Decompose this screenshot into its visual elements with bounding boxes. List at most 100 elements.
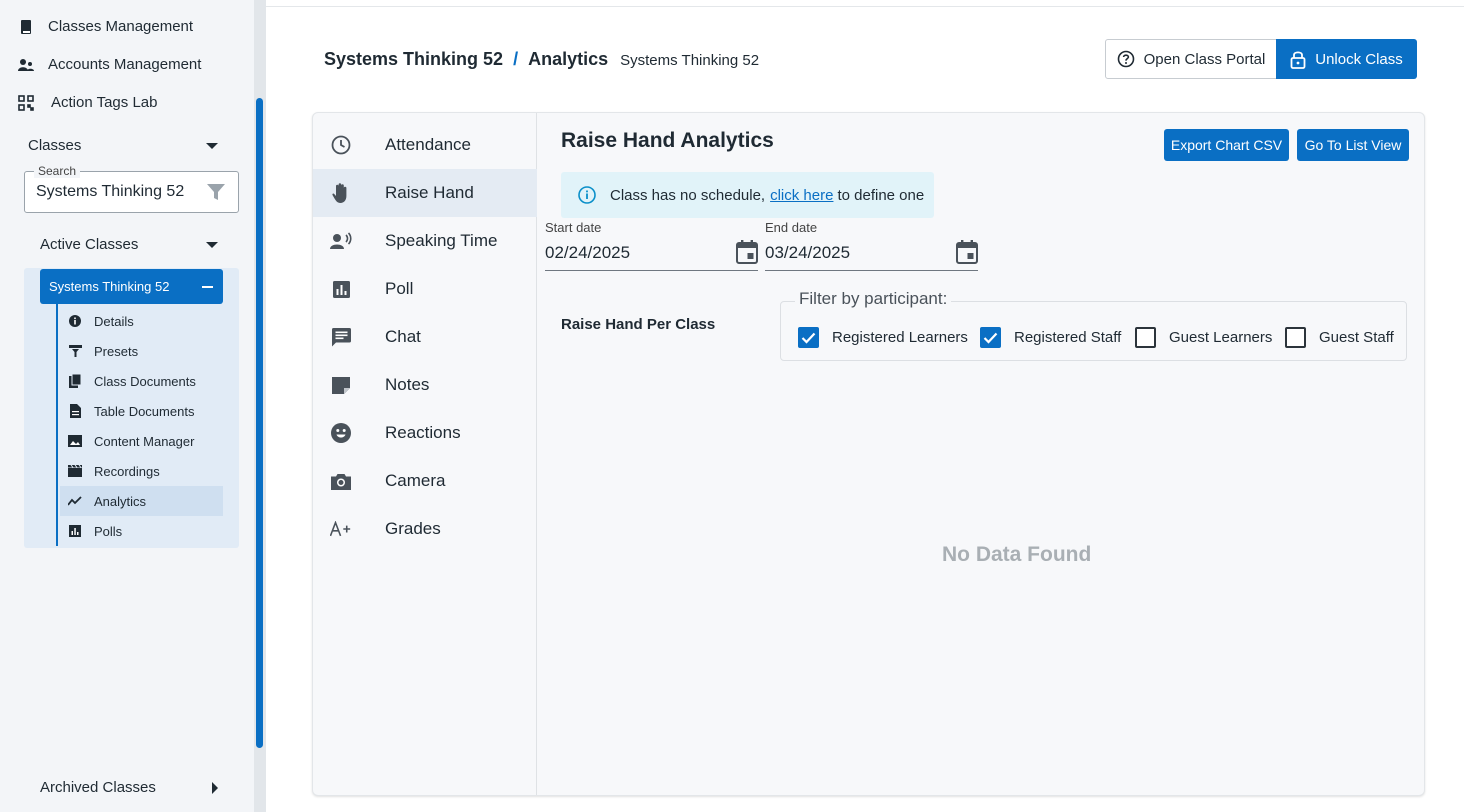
breadcrumb-section: Analytics bbox=[528, 49, 609, 69]
filter-option-label: Registered Learners bbox=[832, 329, 968, 346]
submenu-item-presets[interactable]: Presets bbox=[60, 336, 223, 366]
filter-registered-staff[interactable]: Registered Staff bbox=[980, 327, 1121, 348]
filter-icon[interactable] bbox=[206, 183, 226, 206]
checkbox-checked-icon[interactable] bbox=[980, 327, 1001, 348]
submenu-label: Content Manager bbox=[94, 433, 195, 449]
tab-poll[interactable]: Poll bbox=[313, 265, 537, 313]
tab-label: Chat bbox=[385, 327, 421, 346]
info-icon bbox=[68, 314, 82, 328]
submenu-label: Details bbox=[94, 313, 134, 329]
filter-guest-staff[interactable]: Guest Staff bbox=[1285, 327, 1394, 348]
no-data-message: No Data Found bbox=[942, 543, 1092, 566]
define-schedule-link[interactable]: click here bbox=[770, 187, 833, 204]
end-date-field[interactable]: End date 03/24/2025 bbox=[765, 220, 978, 271]
raise-hand-per-class-label: Raise Hand Per Class bbox=[561, 316, 716, 333]
tab-label: Raise Hand bbox=[385, 183, 474, 202]
submenu-label: Polls bbox=[94, 523, 123, 539]
submenu-item-content-manager[interactable]: Content Manager bbox=[60, 426, 223, 456]
nav-accounts-management[interactable]: Accounts Management bbox=[16, 56, 201, 73]
start-date-field[interactable]: Start date 02/24/2025 bbox=[545, 220, 758, 271]
tab-notes[interactable]: Notes bbox=[313, 361, 537, 409]
submenu-label: Class Documents bbox=[94, 373, 196, 389]
note-icon bbox=[330, 374, 352, 396]
checkbox-unchecked-icon[interactable] bbox=[1285, 327, 1306, 348]
tab-speaking-time[interactable]: Speaking Time bbox=[313, 217, 537, 265]
smiley-icon bbox=[330, 422, 352, 444]
open-class-portal-button[interactable]: Open Class Portal bbox=[1105, 39, 1277, 79]
alert-text-prefix: Class has no schedule, bbox=[610, 186, 766, 204]
documents-icon bbox=[68, 374, 82, 388]
alert-text-suffix: to define one bbox=[837, 186, 925, 204]
nav-classes-management[interactable]: Classes Management bbox=[16, 18, 193, 35]
speaking-icon bbox=[330, 230, 352, 252]
submenu-item-polls[interactable]: Polls bbox=[60, 516, 223, 546]
calendar-icon[interactable] bbox=[736, 240, 758, 269]
breadcrumb-separator: / bbox=[513, 49, 519, 69]
tab-label: Grades bbox=[385, 519, 441, 538]
checkbox-unchecked-icon[interactable] bbox=[1135, 327, 1156, 348]
no-schedule-alert: Class has no schedule, click here to def… bbox=[561, 172, 934, 218]
active-classes-dropdown[interactable]: Active Classes bbox=[40, 236, 218, 253]
archived-classes-dropdown[interactable]: Archived Classes bbox=[40, 779, 218, 796]
lock-icon bbox=[1290, 50, 1306, 69]
collapse-icon[interactable] bbox=[202, 285, 213, 288]
tab-label: Speaking Time bbox=[385, 231, 498, 250]
submenu-item-analytics[interactable]: Analytics bbox=[60, 486, 223, 516]
presets-icon bbox=[68, 344, 82, 358]
go-to-list-view-button[interactable]: Go To List View bbox=[1297, 129, 1409, 161]
clapper-icon bbox=[68, 464, 82, 478]
search-label: Search bbox=[34, 164, 81, 178]
hand-icon bbox=[330, 182, 352, 204]
breadcrumb: Systems Thinking 52 / Analytics Systems … bbox=[324, 49, 759, 70]
submenu-label: Table Documents bbox=[94, 403, 195, 419]
tab-attendance[interactable]: Attendance bbox=[313, 121, 537, 169]
tab-raise-hand[interactable]: Raise Hand bbox=[313, 169, 537, 217]
nav-label: Classes Management bbox=[48, 18, 194, 35]
end-date-input[interactable]: 03/24/2025 bbox=[765, 243, 850, 263]
active-classes-label: Active Classes bbox=[40, 236, 139, 253]
submenu-item-table-documents[interactable]: Table Documents bbox=[60, 396, 223, 426]
classes-label: Classes bbox=[28, 137, 82, 154]
submenu-item-class-documents[interactable]: Class Documents bbox=[60, 366, 223, 396]
filter-option-label: Registered Staff bbox=[1014, 329, 1122, 346]
submenu-item-recordings[interactable]: Recordings bbox=[60, 456, 223, 486]
clock-icon bbox=[330, 134, 352, 156]
filter-option-label: Guest Learners bbox=[1169, 329, 1273, 346]
filter-option-label: Guest Staff bbox=[1319, 329, 1394, 346]
start-date-input[interactable]: 02/24/2025 bbox=[545, 243, 630, 263]
image-icon bbox=[68, 434, 82, 448]
poll-icon bbox=[68, 524, 82, 538]
filter-registered-learners[interactable]: Registered Learners bbox=[798, 327, 968, 348]
start-date-label: Start date bbox=[545, 220, 602, 235]
tab-reactions[interactable]: Reactions bbox=[313, 409, 537, 457]
chevron-down-icon bbox=[206, 142, 218, 149]
help-circle-icon bbox=[1117, 50, 1135, 68]
tab-chat[interactable]: Chat bbox=[313, 313, 537, 361]
end-date-label: End date bbox=[765, 220, 818, 235]
selected-class-item[interactable]: Systems Thinking 52 bbox=[40, 269, 223, 304]
grade-icon bbox=[330, 518, 352, 540]
tab-label: Camera bbox=[385, 471, 446, 490]
analytics-tabs: Attendance Raise Hand Speaking Time Poll… bbox=[313, 113, 537, 795]
breadcrumb-class[interactable]: Systems Thinking 52 bbox=[324, 49, 503, 70]
export-chart-csv-button[interactable]: Export Chart CSV bbox=[1164, 129, 1289, 161]
document-icon bbox=[68, 404, 82, 418]
submenu-item-details[interactable]: Details bbox=[60, 306, 223, 336]
book-icon bbox=[16, 19, 36, 35]
classes-dropdown[interactable]: Classes bbox=[28, 137, 218, 154]
tab-label: Reactions bbox=[385, 423, 461, 442]
selected-class-label: Systems Thinking 52 bbox=[49, 279, 170, 294]
camera-icon bbox=[330, 470, 352, 492]
sidebar-scrollbar-thumb[interactable] bbox=[256, 98, 263, 748]
open-class-portal-label: Open Class Portal bbox=[1143, 50, 1266, 68]
filter-guest-learners[interactable]: Guest Learners bbox=[1135, 327, 1272, 348]
nav-action-tags-lab[interactable]: Action Tags Lab bbox=[16, 94, 157, 111]
tab-grades[interactable]: Grades bbox=[313, 505, 537, 553]
search-input[interactable]: Systems Thinking 52 bbox=[36, 183, 192, 201]
tab-camera[interactable]: Camera bbox=[313, 457, 537, 505]
chevron-down-icon bbox=[206, 241, 218, 248]
unlock-class-button[interactable]: Unlock Class bbox=[1276, 39, 1417, 79]
checkbox-checked-icon[interactable] bbox=[798, 327, 819, 348]
submenu-label: Presets bbox=[94, 343, 139, 359]
calendar-icon[interactable] bbox=[956, 240, 978, 269]
